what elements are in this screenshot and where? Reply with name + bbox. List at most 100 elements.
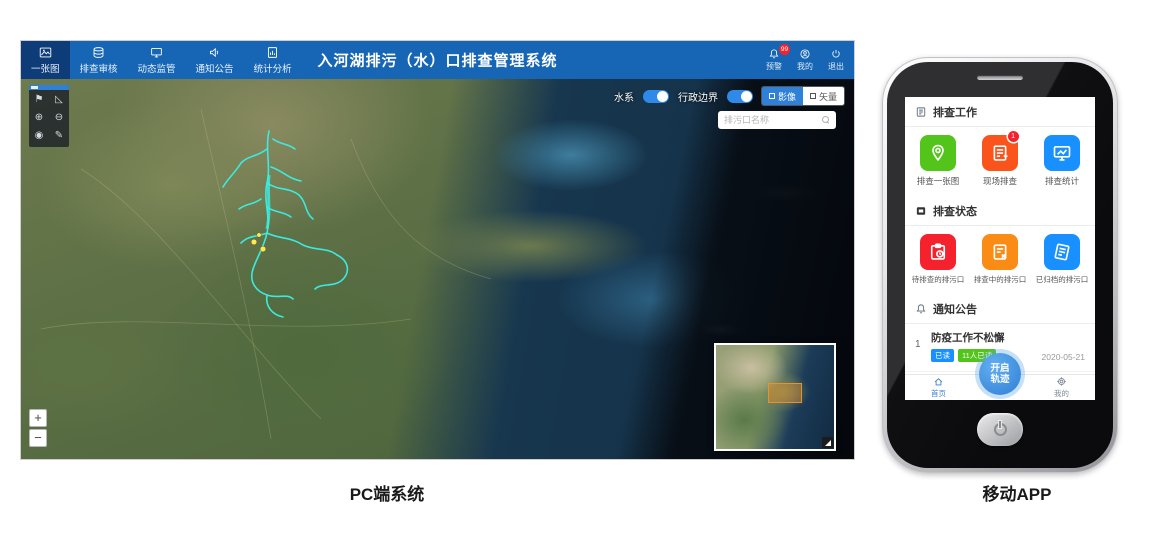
notice-index: 1 — [915, 330, 924, 362]
gear-icon — [1056, 376, 1067, 387]
document-progress-icon — [990, 242, 1010, 262]
water-layer-toggle[interactable] — [643, 90, 669, 103]
tab-label: 首页 — [931, 388, 946, 399]
nav-label: 一张图 — [31, 61, 60, 75]
user-menu-label: 我的 — [797, 61, 813, 72]
nav-item-monitor[interactable]: 动态监管 — [128, 41, 186, 79]
imagery-basemap-button[interactable]: 影像 — [762, 87, 803, 105]
nav-label: 排查审核 — [80, 61, 118, 75]
basemap-switcher: 影像 矢量 — [762, 87, 844, 105]
overview-map-image — [716, 345, 834, 449]
database-icon — [92, 46, 105, 59]
pan-tool-icon[interactable]: ⚑ — [29, 90, 49, 108]
satellite-map[interactable]: ⚑ ◺ ⊕ ⊖ ◉ ✎ 水系 行政边界 影像 矢量 — [21, 79, 854, 459]
search-input[interactable] — [724, 115, 818, 125]
measure-tool-icon[interactable]: ◺ — [49, 90, 69, 108]
nav-item-audit[interactable]: 排查审核 — [70, 41, 128, 79]
nav-label: 统计分析 — [254, 61, 292, 75]
section-status-header: 排查状态 — [905, 196, 1095, 226]
profile-button[interactable]: 我的 — [797, 48, 813, 72]
map-tool-palette: ⚑ ◺ ⊕ ⊖ ◉ ✎ — [29, 85, 69, 147]
app-item-inprogress-outlets[interactable]: 排查中的排污口 — [969, 234, 1031, 285]
admin-boundary-label: 行政边界 — [678, 89, 718, 104]
tab-mine[interactable]: 我的 — [1054, 376, 1069, 399]
inset-collapse-icon[interactable] — [822, 437, 833, 448]
app-item-statistics[interactable]: 排查统计 — [1031, 135, 1093, 187]
section-notices-header: 通知公告 — [905, 294, 1095, 324]
home-icon — [933, 376, 944, 387]
map-zoom-out-button[interactable]: − — [29, 429, 47, 447]
layer-controls: 水系 行政边界 影像 矢量 — [614, 87, 844, 105]
user-menu-label: 预警 — [766, 61, 782, 72]
tile — [982, 234, 1018, 270]
power-icon — [830, 48, 842, 60]
notification-badge: 1 — [1008, 131, 1019, 142]
bell-outline-icon — [915, 303, 927, 315]
profile-icon — [799, 48, 811, 60]
page: 一张图 排查审核 动态监管 通知公告 统计分析 — [0, 0, 1170, 553]
alert-count-badge: 99 — [779, 44, 790, 55]
app-item-label: 已归档的排污口 — [1036, 274, 1089, 285]
location-pin-icon — [928, 143, 948, 163]
tile — [920, 135, 956, 171]
app-item-archived-outlets[interactable]: 已归档的排污口 — [1031, 234, 1093, 285]
work-grid: 排查一张图 1 现场排查 排查统计 — [905, 127, 1095, 196]
zoom-in-tool-icon[interactable]: ⊕ — [29, 108, 49, 126]
app-item-pending-outlets[interactable]: 待排查的排污口 — [907, 234, 969, 285]
map-zoom-in-button[interactable]: + — [29, 409, 47, 427]
phone-speaker — [977, 75, 1023, 80]
draw-tool-icon[interactable]: ✎ — [49, 126, 69, 144]
pc-caption: PC端系统 — [287, 480, 487, 505]
app-item-label: 排查统计 — [1045, 175, 1079, 187]
tile — [1044, 135, 1080, 171]
mobile-phone-mockup: 排查工作 排查一张图 1 现场排查 — [882, 57, 1118, 473]
search-icon[interactable] — [822, 116, 830, 124]
nav-item-statistics[interactable]: 统计分析 — [244, 41, 302, 79]
megaphone-icon — [208, 46, 221, 59]
tile — [1044, 234, 1080, 270]
status-grid: 待排查的排污口 排查中的排污口 已归档的排污口 — [905, 226, 1095, 294]
alerts-button[interactable]: 99 预警 — [766, 48, 782, 72]
zoom-out-tool-icon[interactable]: ⊖ — [49, 108, 69, 126]
stats-monitor-icon — [1052, 143, 1072, 163]
tab-home[interactable]: 首页 — [931, 376, 946, 399]
nav-label: 动态监管 — [138, 61, 176, 75]
app-item-label: 排查中的排污口 — [974, 274, 1027, 285]
document-add-icon — [990, 143, 1010, 163]
locate-tool-icon[interactable]: ◉ — [29, 126, 49, 144]
pc-system-window: 一张图 排查审核 动态监管 通知公告 统计分析 — [20, 40, 855, 460]
user-menu-label: 退出 — [828, 61, 844, 72]
monitor-icon — [150, 46, 163, 59]
section-title: 排查工作 — [933, 104, 977, 120]
admin-boundary-toggle[interactable] — [727, 90, 753, 103]
start-track-fab[interactable]: 开启 轨迹 — [979, 353, 1021, 395]
app-item-label: 待排查的排污口 — [912, 274, 965, 285]
map-image-icon — [39, 46, 52, 59]
app-item-field-survey[interactable]: 1 现场排查 — [969, 135, 1031, 187]
nav-item-one-map[interactable]: 一张图 — [21, 41, 70, 79]
water-layer-label: 水系 — [614, 89, 634, 104]
system-title: 入河湖排污（水）口排查管理系统 — [317, 50, 557, 71]
palette-header[interactable] — [29, 85, 69, 90]
current-extent-rectangle — [768, 383, 802, 403]
status-icon — [915, 205, 927, 217]
tab-label: 我的 — [1054, 388, 1069, 399]
phone-glass: 排查工作 排查一张图 1 现场排查 — [887, 62, 1113, 468]
app-screen: 排查工作 排查一张图 1 现场排查 — [905, 97, 1095, 400]
logout-button[interactable]: 退出 — [828, 48, 844, 72]
section-work-header: 排查工作 — [905, 97, 1095, 127]
archived-document-icon — [1052, 242, 1072, 262]
clipboard-clock-icon — [928, 242, 948, 262]
overview-inset-map[interactable] — [714, 343, 836, 451]
nav-item-notice[interactable]: 通知公告 — [186, 41, 244, 79]
power-glyph-icon — [994, 423, 1007, 436]
report-chart-icon — [266, 46, 279, 59]
imagery-icon — [769, 93, 775, 99]
notice-title: 防疫工作不松懈 — [931, 330, 1005, 345]
phone-home-button[interactable] — [977, 413, 1023, 446]
app-item-one-map[interactable]: 排查一张图 — [907, 135, 969, 187]
app-item-label: 现场排查 — [983, 175, 1017, 187]
vector-basemap-button[interactable]: 矢量 — [803, 87, 844, 105]
nav-label: 通知公告 — [196, 61, 234, 75]
section-title: 通知公告 — [933, 301, 977, 317]
